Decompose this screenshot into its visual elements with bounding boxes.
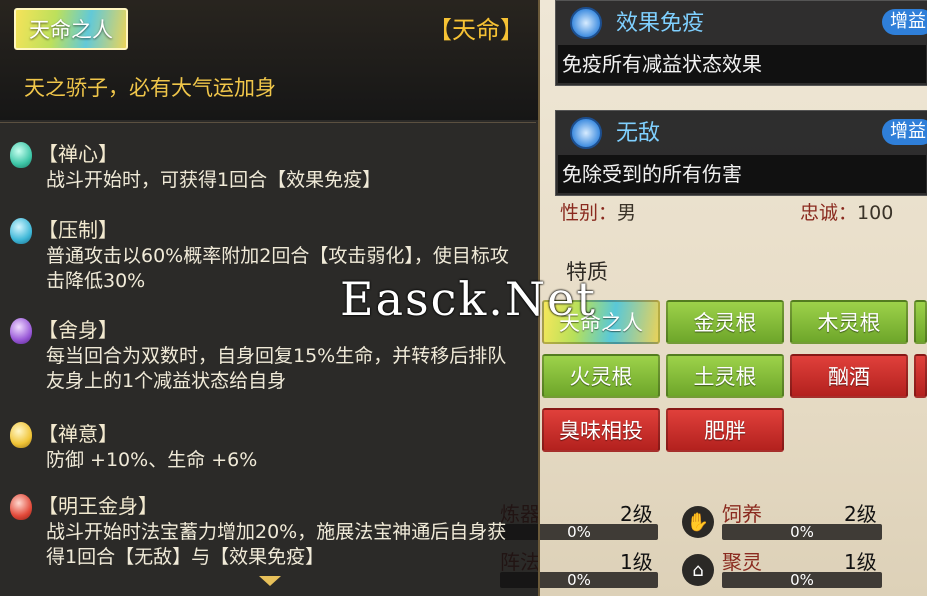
skill-progress-bar: 0%: [722, 523, 882, 541]
jade-gem-icon: [10, 142, 32, 168]
trait-entry: 【明王金身】 战斗开始时法宝蓄力增加20%，施展法宝神通后自身获得1回合【无敌】…: [8, 490, 528, 576]
buff-name: 无敌: [616, 121, 661, 146]
trait-entry: 【禅意】 防御 +10%、生命 +6%: [8, 418, 528, 478]
buff-tag: 增益: [882, 119, 927, 145]
trait-entry: 【禅心】 战斗开始时，可获得1回合【效果免疫】: [8, 138, 528, 198]
skill-row-siyang[interactable]: ✋ 饲养 2级 0%: [680, 498, 920, 544]
feature-feipang[interactable]: 肥胖: [666, 408, 784, 452]
trait-motto: 天之骄子，必有大气运加身: [24, 76, 276, 100]
entry-title: 【压制】: [38, 218, 118, 242]
feature-cutoff-2[interactable]: [914, 354, 927, 398]
feature-cutoff-1[interactable]: [914, 300, 927, 344]
entry-title: 【禅心】: [38, 142, 118, 166]
entry-title: 【舍身】: [38, 318, 118, 342]
trait-badge: 天命之人: [14, 8, 128, 50]
buff-name: 效果免疫: [616, 11, 705, 36]
blue-gem-icon: [10, 218, 32, 244]
entry-body: 战斗开始时法宝蓄力增加20%，施展法宝神通后自身获得1回合【无敌】与【效果免疫】: [46, 521, 507, 568]
buff-tag: 增益: [882, 9, 927, 35]
feature-huolinggen[interactable]: 火灵根: [542, 354, 660, 398]
buff-popup-invincible: 无敌 增益 免除受到的所有伤害: [555, 110, 927, 196]
red-gem-icon: [10, 494, 32, 520]
entry-title: 【明王金身】: [38, 494, 158, 518]
buff-popup-immunity: 效果免疫 增益 免疫所有减益状态效果: [555, 0, 927, 86]
purple-gem-icon: [10, 318, 32, 344]
wings-icon: [570, 7, 602, 39]
shield-person-icon: [570, 117, 602, 149]
skill-progress-bar: 0%: [722, 571, 882, 589]
buff-desc: 免疫所有减益状态效果: [558, 45, 926, 83]
gold-gem-icon: [10, 422, 32, 448]
scroll-down-icon[interactable]: [259, 576, 281, 586]
feature-xujiu[interactable]: 酗酒: [790, 354, 908, 398]
loyalty-field: 忠诚：100: [800, 202, 894, 224]
feature-jinlinggen[interactable]: 金灵根: [666, 300, 784, 344]
tooltip-divider: [0, 122, 536, 123]
gather-icon: ⌂: [682, 554, 714, 586]
entry-body: 每当回合为双数时，自身回复15%生命，并转移后排队友身上的1个减益状态给自身: [46, 345, 507, 392]
feature-mulinggen[interactable]: 木灵根: [790, 300, 908, 344]
feature-chouweixiangtou[interactable]: 臭味相投: [542, 408, 660, 452]
entry-body: 战斗开始时，可获得1回合【效果免疫】: [46, 169, 382, 191]
skill-row-juling[interactable]: ⌂ 聚灵 1级 0%: [680, 546, 920, 592]
tooltip-header: 天命之人 【天命】 天之骄子，必有大气运加身: [0, 0, 538, 120]
trait-tier: 【天命】: [428, 16, 524, 44]
watermark: Easck.Net: [340, 272, 597, 326]
buff-desc: 免除受到的所有伤害: [558, 155, 926, 193]
feed-icon: ✋: [682, 506, 714, 538]
trait-entry: 【舍身】 每当回合为双数时，自身回复15%生命，并转移后排队友身上的1个减益状态…: [8, 314, 528, 400]
feature-tulinggen[interactable]: 土灵根: [666, 354, 784, 398]
entry-title: 【禅意】: [38, 422, 118, 446]
gender-field: 性别：男: [560, 202, 637, 224]
entry-body: 防御 +10%、生命 +6%: [46, 449, 258, 471]
